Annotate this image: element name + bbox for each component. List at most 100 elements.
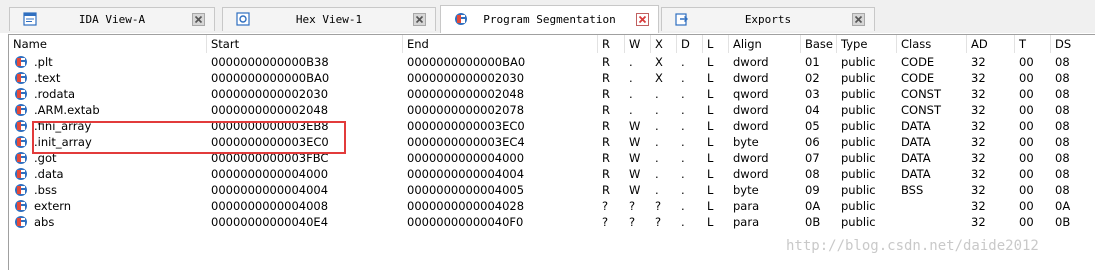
cell-r: R [602, 167, 610, 181]
segment-icon [15, 168, 27, 180]
table-row[interactable]: .ARM.extab 0000000000002048 000000000000… [9, 102, 1095, 118]
cell-r: ? [602, 199, 609, 213]
cell-x: ? [655, 199, 662, 213]
cell-d: . [681, 167, 685, 181]
cell-d: . [681, 151, 685, 165]
table-row[interactable]: .init_array 0000000000003EC0 00000000000… [9, 134, 1095, 150]
table-row[interactable]: .rodata 0000000000002030 000000000000204… [9, 86, 1095, 102]
cell-align: byte [733, 135, 759, 149]
cell-start: 0000000000003FBC [211, 151, 329, 165]
cell-align: dword [733, 119, 769, 133]
cell-type: public [841, 167, 876, 181]
cell-name: .rodata [34, 87, 76, 101]
column-header-end[interactable]: End [403, 35, 598, 53]
cell-w: W [629, 167, 641, 181]
cell-base: 02 [805, 71, 820, 85]
segment-icon [15, 120, 27, 132]
cell-name: .got [34, 151, 57, 165]
cell-l: L [707, 87, 714, 101]
tab-program-segmentation[interactable]: Program Segmentation [440, 5, 659, 33]
cell-ad: 32 [971, 103, 986, 117]
cell-end: 0000000000003EC4 [407, 135, 525, 149]
column-header-align[interactable]: Align [729, 35, 801, 53]
table-header: Name Start End R W X D L Align Base Type… [9, 35, 1095, 53]
cell-d: . [681, 87, 685, 101]
cell-start: 0000000000003EC0 [211, 135, 329, 149]
cell-l: L [707, 167, 714, 181]
cell-class [897, 198, 967, 214]
cell-r: R [602, 55, 610, 69]
cell-r: R [602, 103, 610, 117]
close-icon[interactable] [636, 13, 649, 26]
column-header-w[interactable]: W [625, 35, 651, 53]
cell-ad: 32 [971, 55, 986, 69]
cell-ds: 0A [1055, 199, 1071, 213]
column-header-t[interactable]: T [1015, 35, 1051, 53]
column-header-ds[interactable]: DS [1051, 35, 1095, 53]
cell-class: DATA [901, 119, 931, 133]
cell-type: public [841, 103, 876, 117]
close-icon[interactable] [413, 13, 426, 26]
tab-hex-view-1[interactable]: Hex View-1 [222, 7, 436, 31]
cell-t: 00 [1019, 55, 1034, 69]
column-header-class[interactable]: Class [897, 35, 967, 53]
cell-ad: 32 [971, 135, 986, 149]
tab-ida-view-a[interactable]: IDA View-A [9, 7, 215, 31]
cell-align: byte [733, 183, 759, 197]
table-row[interactable]: .bss 0000000000004004 0000000000004005 R… [9, 182, 1095, 198]
column-header-name[interactable]: Name [9, 35, 207, 53]
cell-type: public [841, 151, 876, 165]
column-header-d[interactable]: D [677, 35, 703, 53]
cell-x: ? [655, 215, 662, 229]
table-row[interactable]: .data 0000000000004000 0000000000004004 … [9, 166, 1095, 182]
cell-t: 00 [1019, 215, 1034, 229]
table-row[interactable]: .plt 0000000000000B38 0000000000000BA0 R… [9, 54, 1095, 70]
cell-align: para [733, 215, 760, 229]
cell-base: 0B [805, 215, 821, 229]
cell-x: . [655, 103, 659, 117]
column-header-l[interactable]: L [703, 35, 729, 53]
cell-type: public [841, 183, 876, 197]
column-header-start[interactable]: Start [207, 35, 403, 53]
cell-base: 09 [805, 183, 820, 197]
table-row[interactable]: extern 0000000000004008 0000000000004028… [9, 198, 1095, 214]
cell-align: dword [733, 71, 769, 85]
cell-base: 0A [805, 199, 821, 213]
cell-ds: 08 [1055, 167, 1070, 181]
column-header-base[interactable]: Base [801, 35, 837, 53]
cell-class: DATA [901, 151, 931, 165]
cell-w: ? [629, 199, 636, 213]
segments-table: Name Start End R W X D L Align Base Type… [8, 34, 1095, 270]
cell-r: R [602, 151, 610, 165]
column-header-r[interactable]: R [598, 35, 625, 53]
cell-end: 0000000000002030 [407, 71, 525, 85]
cell-ds: 08 [1055, 71, 1070, 85]
cell-base: 06 [805, 135, 820, 149]
segment-icon [15, 152, 27, 164]
column-header-ad[interactable]: AD [967, 35, 1015, 53]
cell-d: . [681, 215, 685, 229]
cell-w: W [629, 135, 641, 149]
cell-r: R [602, 119, 610, 133]
cell-r: R [602, 135, 610, 149]
cell-ds: 0B [1055, 215, 1071, 229]
cell-d: . [681, 135, 685, 149]
close-icon[interactable] [192, 13, 205, 26]
cell-start: 0000000000004008 [211, 199, 329, 213]
table-row[interactable]: .got 0000000000003FBC 0000000000004000 R… [9, 150, 1095, 166]
cell-ad: 32 [971, 215, 986, 229]
cell-start: 0000000000002030 [211, 87, 329, 101]
cell-r: ? [602, 215, 609, 229]
column-header-x[interactable]: X [651, 35, 677, 53]
cell-class: BSS [901, 183, 924, 197]
table-row[interactable]: .fini_array 0000000000003EB8 00000000000… [9, 118, 1095, 134]
table-row[interactable]: abs 00000000000040E4 00000000000040F0 ? … [9, 214, 1095, 230]
segment-icon [15, 136, 27, 148]
cell-l: L [707, 103, 714, 117]
column-header-type[interactable]: Type [837, 35, 897, 53]
tab-exports[interactable]: Exports [661, 7, 875, 31]
close-icon[interactable] [852, 13, 865, 26]
cell-l: L [707, 119, 714, 133]
cell-end: 0000000000004028 [407, 199, 525, 213]
table-row[interactable]: .text 0000000000000BA0 0000000000002030 … [9, 70, 1095, 86]
